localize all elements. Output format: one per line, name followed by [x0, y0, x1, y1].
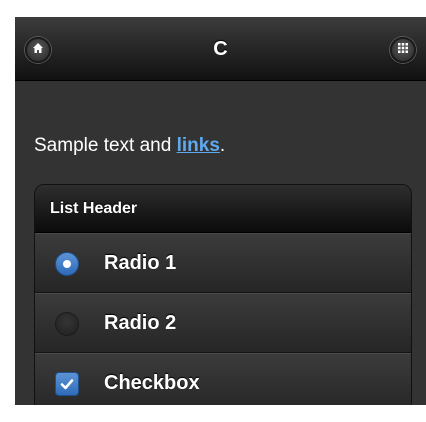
checkbox-checked-icon[interactable]	[55, 372, 79, 396]
links-link[interactable]: links	[177, 135, 220, 156]
radio-2-item[interactable]: Radio 2	[35, 293, 411, 353]
grid-button[interactable]	[390, 37, 416, 63]
sample-text-body: Sample text and	[34, 135, 177, 156]
radio-1-item[interactable]: Radio 1	[35, 233, 411, 293]
header-bar: C	[15, 17, 426, 81]
sample-text-period: .	[219, 135, 226, 156]
page-title: C	[213, 38, 228, 60]
radio-checked-icon[interactable]	[55, 252, 79, 276]
list-header: List Header	[35, 185, 411, 233]
grid-icon	[397, 41, 409, 59]
list-view: List Header Radio 1 Radio 2 Checkbox	[34, 184, 412, 405]
sample-text: Sample text and links.	[34, 135, 225, 157]
radio-unchecked-icon[interactable]	[55, 312, 79, 336]
checkbox-label: Checkbox	[104, 372, 200, 394]
app-screen: C Sample text and links. List Header Rad…	[15, 17, 426, 405]
radio-2-label: Radio 2	[104, 312, 177, 334]
checkbox-item[interactable]: Checkbox	[35, 353, 411, 405]
radio-1-label: Radio 1	[104, 252, 177, 274]
